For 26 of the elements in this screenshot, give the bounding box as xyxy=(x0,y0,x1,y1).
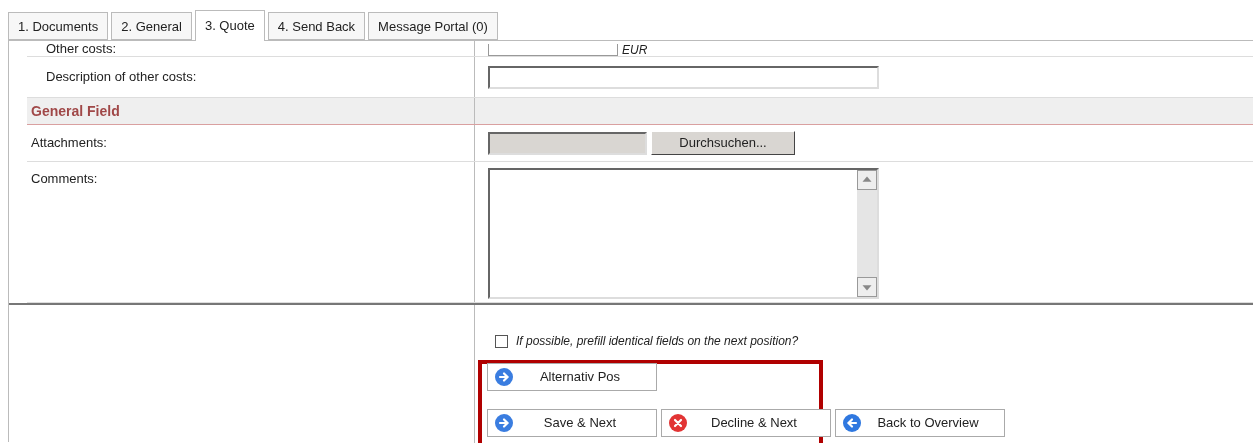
action-button[interactable]: Back to Overview xyxy=(835,409,1005,437)
checkbox-label: If possible, prefill identical fields on the next position? xyxy=(516,333,799,350)
tab[interactable]: 3. Quote xyxy=(194,10,265,41)
x-circle-icon xyxy=(668,413,688,433)
input-field[interactable] xyxy=(488,44,618,56)
field-label: Description of other costs: xyxy=(46,70,197,84)
unit-label: EUR xyxy=(622,44,648,56)
tab[interactable]: 2. General xyxy=(111,12,192,40)
file-path-field[interactable] xyxy=(488,131,647,155)
field-label: Attachments: xyxy=(31,136,107,150)
section-heading: General Field xyxy=(31,101,120,121)
scroll-down-icon[interactable] xyxy=(857,277,877,297)
browse-button[interactable]: Durchsuchen... xyxy=(651,131,795,155)
scroll-up-icon[interactable] xyxy=(857,170,877,190)
action-button[interactable]: Save & Next xyxy=(487,409,657,437)
input-field[interactable] xyxy=(488,65,879,89)
tab[interactable]: 4. Send Back xyxy=(267,12,366,40)
tab[interactable]: 1. Documents xyxy=(8,12,109,40)
action-button[interactable]: Decline & Next xyxy=(661,409,831,437)
field-label: Other costs: xyxy=(46,42,117,56)
tab[interactable]: Message Portal (0) xyxy=(368,12,498,40)
comments-textarea[interactable] xyxy=(488,168,879,299)
scrollbar[interactable] xyxy=(857,170,877,297)
field-label: Comments: xyxy=(31,172,98,186)
checkbox[interactable] xyxy=(495,334,508,348)
action-button[interactable]: Alternativ Pos xyxy=(487,363,657,391)
